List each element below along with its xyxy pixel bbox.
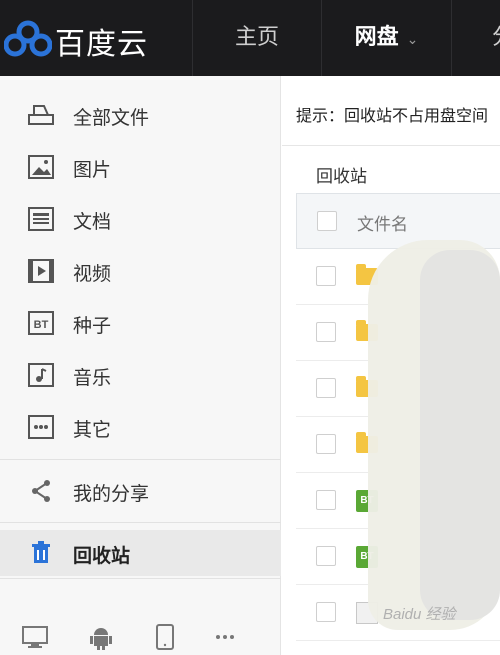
nav-share[interactable]: 分 [452, 0, 500, 76]
row-checkbox[interactable] [316, 546, 336, 566]
sidebar-item-all-files[interactable]: 全部文件 [0, 92, 281, 138]
sidebar-item-label: 文档 [73, 211, 112, 233]
row-checkbox[interactable] [316, 266, 336, 286]
sidebar-item-documents[interactable]: 文档 [0, 196, 281, 242]
all-files-icon [28, 105, 54, 125]
column-header-filename[interactable]: 文件名 [357, 210, 408, 235]
sidebar-item-music[interactable]: 音乐 [0, 352, 281, 398]
logo-text: 百度云 [55, 27, 148, 62]
select-all-checkbox[interactable] [317, 211, 337, 231]
desktop-icon[interactable] [20, 622, 50, 652]
baidu-cloud-logo[interactable]: 百度云 [0, 0, 192, 76]
sidebar-divider [0, 522, 281, 523]
row-checkbox[interactable] [316, 322, 336, 342]
video-icon [28, 259, 54, 283]
redaction-blur [420, 250, 500, 620]
sidebar-item-my-share[interactable]: 我的分享 [0, 468, 281, 514]
android-icon[interactable] [86, 622, 116, 652]
more-icon[interactable] [210, 622, 240, 652]
row-checkbox[interactable] [316, 434, 336, 454]
tablet-icon[interactable] [150, 622, 180, 652]
share-icon [32, 480, 50, 502]
nav-netdisk[interactable]: 网盘 ⌄ [322, 0, 452, 76]
sidebar-item-label: 全部文件 [73, 107, 150, 129]
sidebar-divider [0, 578, 281, 579]
nav-home[interactable]: 主页 [192, 0, 322, 76]
notice-bar: 提示：回收站不占用盘空间 [282, 76, 500, 146]
row-checkbox[interactable] [316, 602, 336, 622]
nav-netdisk-label: 网盘 [354, 25, 399, 50]
row-checkbox[interactable] [316, 378, 336, 398]
baidu-jingyan-watermark: Baidu 经验 [383, 606, 456, 623]
sidebar-item-label: 我的分享 [73, 483, 150, 505]
sidebar-item-label: 其它 [73, 419, 112, 441]
sidebar-item-videos[interactable]: 视频 [0, 248, 281, 294]
sidebar-item-other[interactable]: 其它 [0, 404, 281, 450]
cloud-logo-icon [4, 20, 52, 57]
sidebar-item-recycle-bin[interactable]: 回收站 [0, 530, 281, 576]
svg-text:BT: BT [34, 319, 49, 331]
nav-home-label: 主页 [234, 25, 279, 50]
sidebar-item-label: 音乐 [73, 367, 112, 389]
sidebar-item-pictures[interactable]: 图片 [0, 144, 281, 190]
sidebar-item-label: 种子 [73, 315, 112, 337]
sidebar-item-label: 图片 [73, 159, 112, 181]
sidebar-divider [0, 459, 281, 460]
sidebar-item-label: 回收站 [73, 545, 131, 567]
nav-share-label: 分 [492, 25, 500, 50]
picture-icon [28, 155, 54, 179]
music-icon [28, 363, 54, 387]
notice-text: 提示：回收站不占用盘空间 [296, 106, 489, 125]
trash-icon [32, 541, 50, 563]
chevron-down-icon: ⌄ [406, 32, 419, 48]
bt-torrent-icon: BT [28, 311, 54, 335]
top-navigation-bar: 百度云 主页 网盘 ⌄ 分 [0, 0, 500, 76]
breadcrumb[interactable]: 回收站 [316, 162, 367, 187]
other-icon [28, 415, 54, 439]
sidebar-item-label: 视频 [73, 263, 112, 285]
row-checkbox[interactable] [316, 490, 336, 510]
document-icon [28, 207, 54, 231]
sidebar-item-torrents[interactable]: BT 种子 [0, 300, 281, 346]
sidebar: 全部文件 图片 文档 视频 BT 种子 音乐 其它 我的分享 回收站 [0, 76, 281, 655]
